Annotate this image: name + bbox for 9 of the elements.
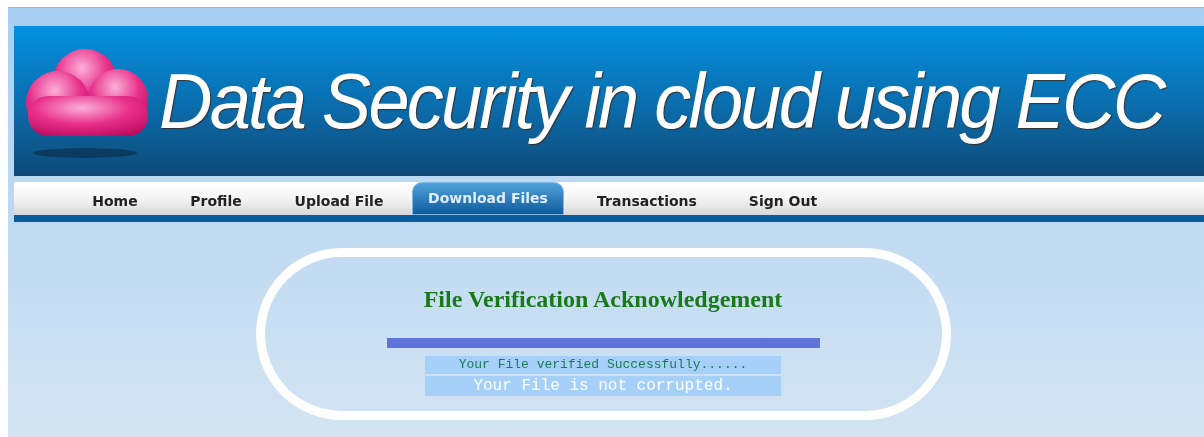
status-message: Your File verified Successfully...... — [425, 356, 781, 374]
nav-tab[interactable]: Profile — [164, 187, 268, 215]
nav-tab[interactable]: Sign Out — [728, 187, 838, 215]
nav-tab[interactable]: Upload File — [268, 187, 410, 215]
card-heading: File Verification Acknowledgement — [423, 287, 783, 311]
nav-tab[interactable]: Transactions — [566, 187, 728, 215]
nav-tab[interactable]: Home — [66, 187, 164, 215]
status-message: Your File is not corrupted. — [425, 376, 781, 396]
nav-tab[interactable]: Download Files — [412, 182, 564, 215]
